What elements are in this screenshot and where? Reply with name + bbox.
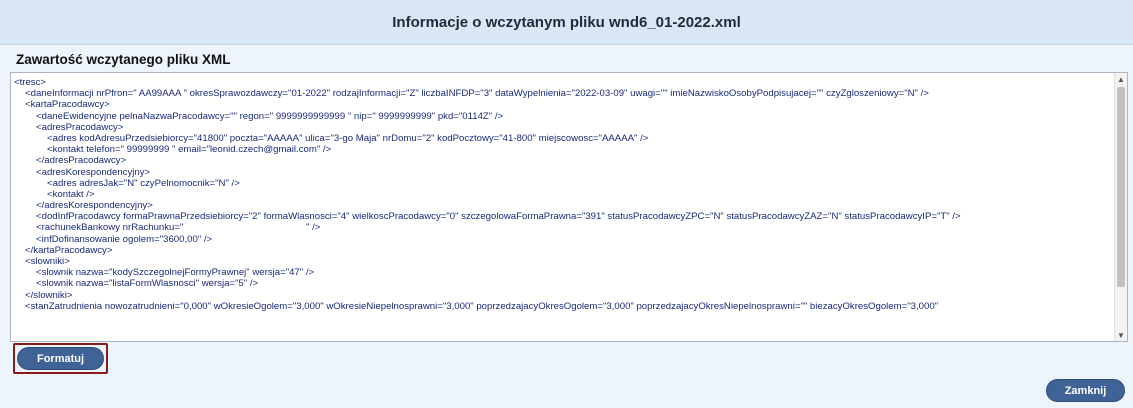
xml-line: <slownik nazwa="listaFormWlasnosci" wers… — [36, 278, 259, 290]
vertical-scrollbar[interactable]: ▲ ▼ — [1114, 73, 1127, 341]
xml-line: <daneEwidencyjne pelnaNazwaPracodawcy=""… — [36, 110, 504, 122]
xml-line: </adresKorespondencyjny> — [36, 200, 153, 212]
xml-line: <stanZatrudnienia nowozatrudnieni="0,000… — [25, 300, 939, 312]
xml-line: <infDofinansowanie ogolem="3600,00" /> — [36, 233, 213, 245]
section-title: Zawartość wczytanego pliku XML — [16, 52, 231, 67]
xml-line: </adresPracodawcy> — [36, 155, 127, 167]
xml-content-lines: <tresc> <daneInformacji nrPfron=" AA99AAA… — [11, 77, 1113, 312]
xml-line: <dodInfPracodawcy formaPrawnaPrzedsiebio… — [36, 211, 961, 223]
close-button[interactable]: Zamknij — [1046, 379, 1125, 402]
scrollbar-thumb[interactable] — [1117, 87, 1125, 287]
xml-line: <slowniki> — [25, 256, 70, 267]
xml-line: </slowniki> — [25, 289, 73, 301]
xml-line: <adres adresJak="N" czyPelnomocnik="N" /… — [47, 177, 240, 189]
xml-line: <slownik nazwa="kodySzczegolnejFormyPraw… — [36, 267, 315, 279]
dialog-title-bar: Informacje o wczytanym pliku wnd6_01-202… — [0, 0, 1133, 45]
xml-line: <kartaPracodawcy> — [25, 99, 110, 111]
dialog-title: Informacje o wczytanym pliku wnd6_01-202… — [392, 13, 741, 31]
xml-line: <adresKorespondencyjny> — [36, 166, 151, 178]
xml-line: <adres kodAdresuPrzedsiebiorcy="41800" p… — [47, 132, 649, 144]
format-button[interactable]: Formatuj — [17, 347, 104, 370]
scroll-up-icon[interactable]: ▲ — [1115, 73, 1127, 85]
scroll-down-icon[interactable]: ▼ — [1115, 329, 1127, 341]
xml-line: <rachunekBankowy nrRachunku=" " /> — [36, 222, 321, 234]
xml-line: <kontakt /> — [47, 188, 95, 200]
xml-line: <daneInformacji nrPfron=" AA99AAA " okre… — [25, 88, 929, 100]
xml-line: <tresc> — [14, 77, 46, 88]
xml-line: <kontakt telefon=" 99999999 " email="leo… — [47, 144, 332, 156]
xml-line: </kartaPracodawcy> — [25, 244, 113, 256]
xml-content-textarea[interactable]: <tresc> <daneInformacji nrPfron=" AA99AAA… — [10, 72, 1128, 342]
xml-line: <adresPracodawcy> — [36, 121, 124, 133]
